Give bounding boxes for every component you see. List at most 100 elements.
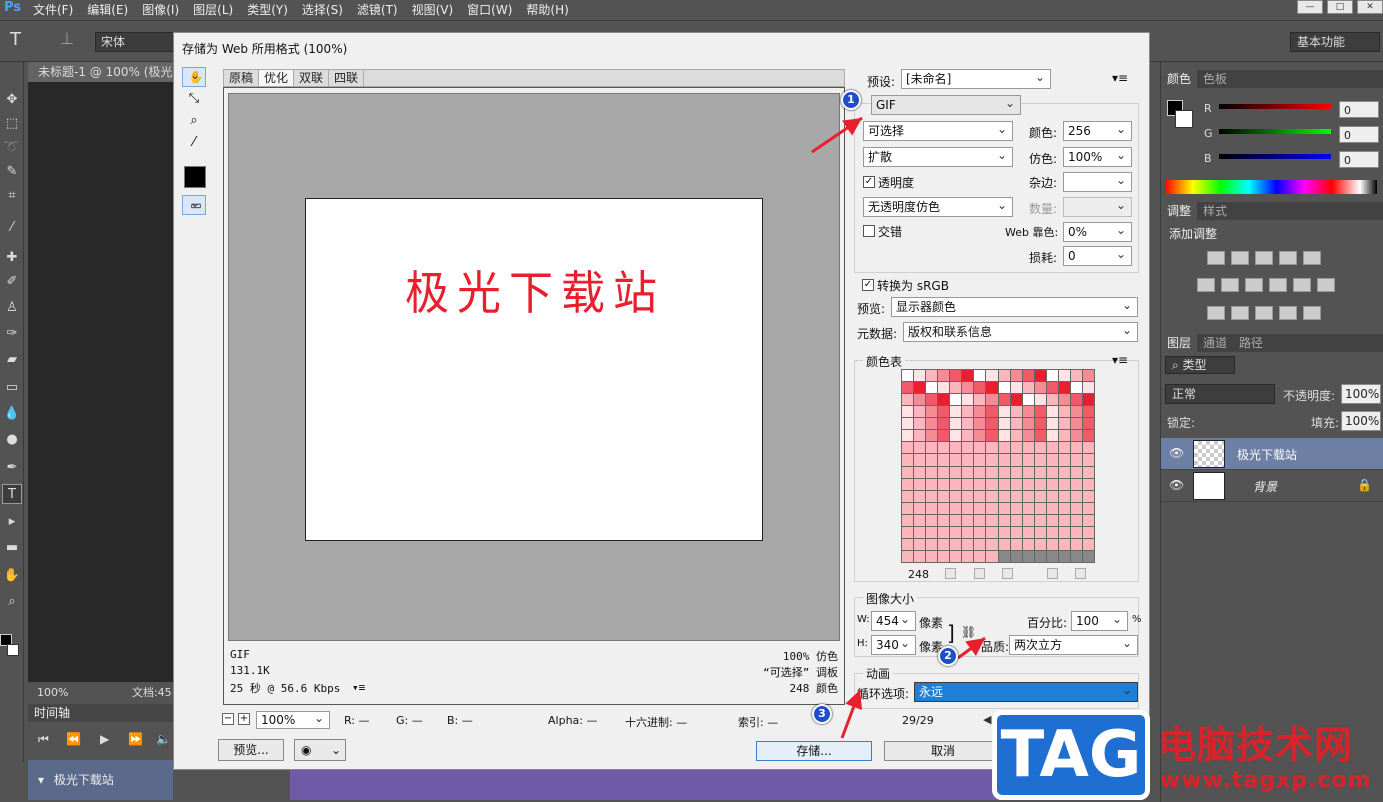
color-swatch[interactable] <box>1046 454 1058 466</box>
next-frame-icon[interactable]: ⏩ <box>128 732 143 746</box>
color-swatch[interactable] <box>1010 538 1022 550</box>
amount-select[interactable] <box>1063 196 1132 217</box>
color-swatch[interactable] <box>1046 514 1058 526</box>
color-swatch[interactable] <box>1034 526 1046 538</box>
tab-color[interactable]: 颜色 <box>1161 70 1198 88</box>
type-tool-icon[interactable]: T <box>10 29 21 50</box>
color-swatch[interactable] <box>950 382 962 394</box>
color-swatch[interactable] <box>962 442 974 454</box>
color-swatch[interactable] <box>914 502 926 514</box>
color-swatch[interactable] <box>1070 514 1082 526</box>
color-swatch[interactable] <box>998 370 1010 382</box>
color-swatch[interactable] <box>1058 514 1070 526</box>
color-swatch[interactable] <box>962 370 974 382</box>
menu-window[interactable]: 窗口(W) <box>460 0 519 20</box>
color-swatch[interactable] <box>1010 394 1022 406</box>
color-swatch[interactable] <box>1010 382 1022 394</box>
color-swatch[interactable] <box>998 418 1010 430</box>
color-swatch[interactable] <box>902 442 914 454</box>
color-swatch[interactable] <box>1058 454 1070 466</box>
browser-preview-select[interactable]: ◉ ⌄ <box>294 739 346 761</box>
color-swatch[interactable] <box>974 418 986 430</box>
selective-color-icon[interactable] <box>1279 306 1297 320</box>
color-swatch[interactable] <box>974 394 986 406</box>
color-swatch[interactable] <box>1070 442 1082 454</box>
opacity-input[interactable]: 100% <box>1341 384 1381 404</box>
color-swatch[interactable] <box>986 430 998 442</box>
color-swatch[interactable] <box>974 430 986 442</box>
color-swatch[interactable] <box>1070 538 1082 550</box>
color-swatch[interactable] <box>1046 502 1058 514</box>
color-swatch[interactable] <box>1058 526 1070 538</box>
color-swatch[interactable] <box>950 370 962 382</box>
width-input[interactable]: 454 <box>871 610 916 631</box>
color-swatch[interactable] <box>1022 538 1034 550</box>
color-swatch[interactable] <box>1082 490 1094 502</box>
color-swatch[interactable] <box>962 418 974 430</box>
color-swatch[interactable] <box>950 394 962 406</box>
color-swatch[interactable] <box>974 502 986 514</box>
preview-button[interactable]: 预览... <box>218 739 284 761</box>
close-button[interactable]: ✕ <box>1357 0 1383 14</box>
color-swatch[interactable] <box>1070 394 1082 406</box>
g-value[interactable]: 0 <box>1339 126 1379 143</box>
color-swatch[interactable] <box>998 490 1010 502</box>
maximize-button[interactable]: □ <box>1327 0 1353 14</box>
color-swatch[interactable] <box>1022 406 1034 418</box>
color-swatch[interactable] <box>1082 442 1094 454</box>
color-swatch[interactable] <box>998 382 1010 394</box>
color-swatch[interactable] <box>1070 454 1082 466</box>
eyedropper-tool-icon[interactable]: ⁄ <box>2 218 22 238</box>
color-swatch[interactable] <box>914 490 926 502</box>
menu-edit[interactable]: 编辑(E) <box>80 0 135 20</box>
color-swatch[interactable] <box>1010 466 1022 478</box>
color-swatch[interactable] <box>950 478 962 490</box>
color-table[interactable] <box>901 369 1095 563</box>
color-swatch[interactable] <box>902 514 914 526</box>
color-swatch[interactable] <box>1082 370 1094 382</box>
color-swatch[interactable] <box>974 370 986 382</box>
color-swatch[interactable] <box>1010 526 1022 538</box>
color-swatch[interactable] <box>938 418 950 430</box>
menu-layer[interactable]: 图层(L) <box>186 0 240 20</box>
color-swatch[interactable] <box>974 538 986 550</box>
color-swatch[interactable] <box>998 430 1010 442</box>
color-swatch[interactable] <box>1010 406 1022 418</box>
color-swatch[interactable] <box>974 454 986 466</box>
color-swatch[interactable] <box>926 478 938 490</box>
color-swatch[interactable] <box>974 382 986 394</box>
color-swatch[interactable] <box>914 538 926 550</box>
color-swatch[interactable] <box>1082 550 1094 562</box>
color-swatch[interactable] <box>1034 430 1046 442</box>
color-swatch[interactable] <box>1034 442 1046 454</box>
color-swatch[interactable] <box>974 514 986 526</box>
color-swatch[interactable] <box>938 442 950 454</box>
web-shift-icon[interactable] <box>974 568 985 579</box>
color-swatch[interactable] <box>950 526 962 538</box>
color-swatch[interactable] <box>926 442 938 454</box>
tab-swatches[interactable]: 色板 <box>1197 70 1233 88</box>
color-swatch[interactable] <box>950 442 962 454</box>
color-swatch[interactable] <box>902 430 914 442</box>
color-swatch[interactable] <box>1070 502 1082 514</box>
color-swatch[interactable] <box>1058 394 1070 406</box>
blur-tool-icon[interactable]: 💧 <box>2 404 22 424</box>
color-swatch[interactable] <box>938 490 950 502</box>
color-swatch[interactable] <box>902 406 914 418</box>
color-swatch[interactable] <box>962 490 974 502</box>
color-swatch[interactable] <box>950 550 962 562</box>
color-swatch[interactable] <box>1058 442 1070 454</box>
height-input[interactable]: 340 <box>871 634 916 655</box>
color-swatch[interactable] <box>914 442 926 454</box>
color-swatch[interactable] <box>1022 466 1034 478</box>
color-swatch[interactable] <box>938 514 950 526</box>
color-swatch[interactable] <box>1082 526 1094 538</box>
color-swatch[interactable] <box>914 514 926 526</box>
healing-tool-icon[interactable]: ✚ <box>2 248 22 268</box>
color-swatch[interactable] <box>1046 478 1058 490</box>
quality-select[interactable]: 两次立方 <box>1009 634 1138 655</box>
color-swatch[interactable] <box>962 430 974 442</box>
color-swatch[interactable] <box>1070 382 1082 394</box>
tab-paths[interactable]: 路径 <box>1233 334 1269 352</box>
color-swatch[interactable] <box>1046 394 1058 406</box>
